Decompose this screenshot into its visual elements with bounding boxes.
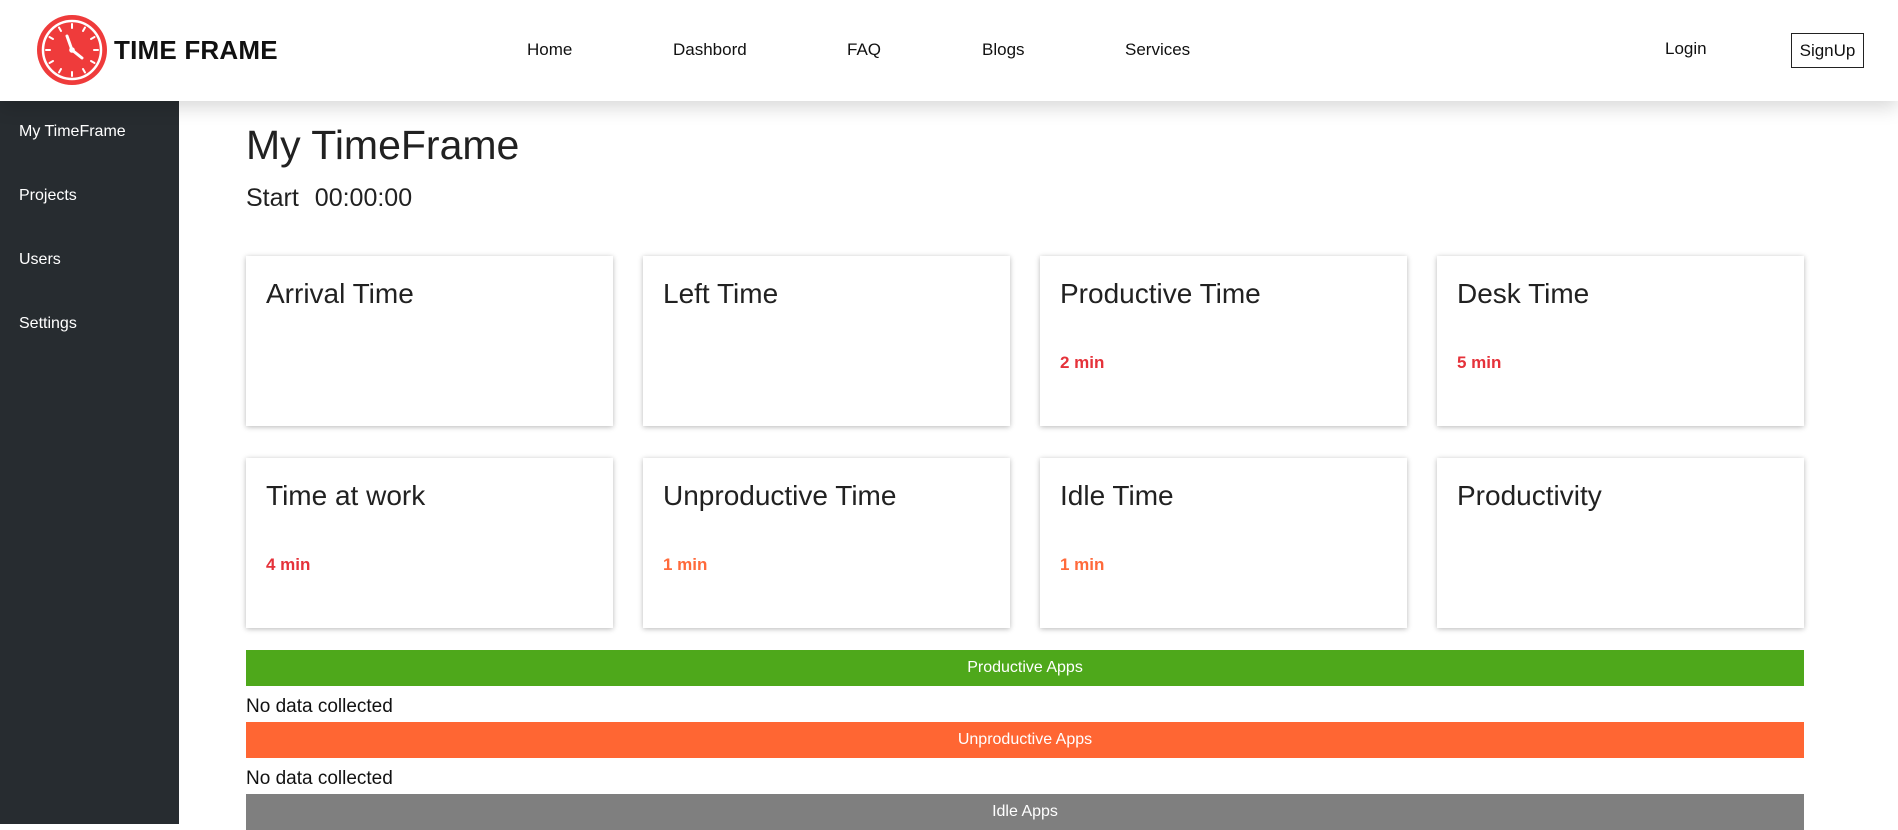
signup-button[interactable]: SignUp: [1791, 33, 1864, 68]
login-link[interactable]: Login: [1665, 39, 1707, 59]
main-content: My TimeFrame Start 00:00:00 Arrival Time…: [179, 101, 1898, 824]
card-time-at-work: Time at work 4 min: [246, 458, 613, 628]
card-title: Idle Time: [1060, 480, 1174, 512]
nav-home[interactable]: Home: [527, 40, 572, 60]
card-value: 1 min: [663, 555, 707, 575]
card-productive-time: Productive Time 2 min: [1040, 256, 1407, 426]
nav-services[interactable]: Services: [1125, 40, 1190, 60]
card-left-time: Left Time: [643, 256, 1010, 426]
nav-dashboard[interactable]: Dashbord: [673, 40, 747, 60]
card-title: Productivity: [1457, 480, 1602, 512]
card-value: 4 min: [266, 555, 310, 575]
sidebar-item-settings[interactable]: Settings: [19, 315, 77, 333]
main-nav: Home Dashbord FAQ Blogs Services: [0, 0, 1898, 101]
card-value: 5 min: [1457, 353, 1501, 373]
card-title: Unproductive Time: [663, 480, 896, 512]
timer: Start 00:00:00: [246, 184, 412, 213]
card-title: Desk Time: [1457, 278, 1589, 310]
productive-apps-header[interactable]: Productive Apps: [246, 650, 1804, 686]
card-desk-time: Desk Time 5 min: [1437, 256, 1804, 426]
nav-faq[interactable]: FAQ: [847, 40, 881, 60]
sidebar-item-users[interactable]: Users: [19, 251, 61, 269]
card-value: 2 min: [1060, 353, 1104, 373]
card-title: Left Time: [663, 278, 778, 310]
card-title: Productive Time: [1060, 278, 1261, 310]
sidebar: My TimeFrame Projects Users Settings: [0, 101, 179, 824]
timer-value: 00:00:00: [315, 184, 412, 213]
productive-apps-empty: No data collected: [246, 696, 393, 718]
card-title: Arrival Time: [266, 278, 414, 310]
unproductive-apps-header[interactable]: Unproductive Apps: [246, 722, 1804, 758]
card-unproductive-time: Unproductive Time 1 min: [643, 458, 1010, 628]
timer-start-button[interactable]: Start: [246, 184, 299, 213]
card-productivity: Productivity: [1437, 458, 1804, 628]
top-navbar: TIME FRAME Home Dashbord FAQ Blogs Servi…: [0, 0, 1898, 101]
unproductive-apps-empty: No data collected: [246, 768, 393, 790]
sidebar-item-projects[interactable]: Projects: [19, 187, 77, 205]
idle-apps-header[interactable]: Idle Apps: [246, 794, 1804, 830]
card-title: Time at work: [266, 480, 425, 512]
card-arrival-time: Arrival Time: [246, 256, 613, 426]
page-title: My TimeFrame: [246, 122, 519, 169]
sidebar-item-my-timeframe[interactable]: My TimeFrame: [19, 123, 126, 141]
nav-blogs[interactable]: Blogs: [982, 40, 1025, 60]
card-idle-time: Idle Time 1 min: [1040, 458, 1407, 628]
card-value: 1 min: [1060, 555, 1104, 575]
